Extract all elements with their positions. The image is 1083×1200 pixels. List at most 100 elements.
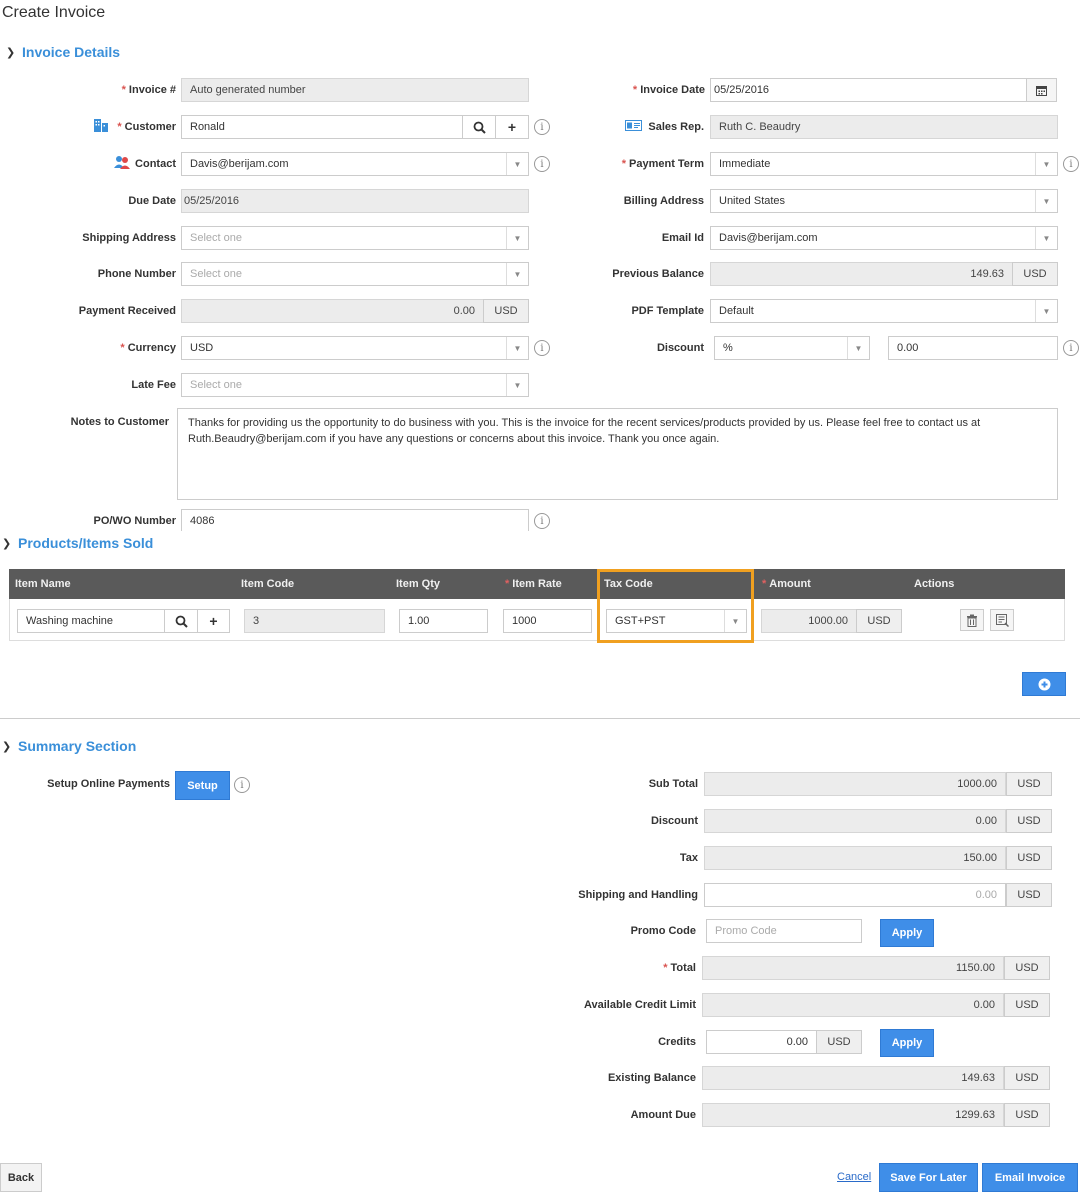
due-date-field[interactable]: 05/25/2016 — [181, 189, 529, 213]
notes-icon — [995, 613, 1009, 627]
po-number-input[interactable]: 4086 — [181, 509, 529, 531]
select-value: Davis@berijam.com — [719, 232, 818, 244]
contact-select[interactable]: Davis@berijam.com ▼ — [181, 152, 529, 176]
row-details-button[interactable] — [990, 609, 1014, 631]
tax-field[interactable]: 150.00 — [704, 846, 1006, 870]
info-icon[interactable]: i — [534, 156, 550, 172]
shipping-address-label: Shipping Address — [82, 232, 176, 244]
credit-limit-field[interactable]: 0.00 — [702, 993, 1004, 1017]
plus-circle-icon — [1038, 678, 1050, 690]
amount-due-label: Amount Due — [630, 1109, 696, 1121]
total-field[interactable]: 1150.00 — [702, 956, 1004, 980]
customer-input[interactable]: Ronald — [181, 115, 463, 139]
currency-addon: USD — [1006, 883, 1052, 907]
sales-rep-field[interactable]: Ruth C. Beaudry — [710, 115, 1058, 139]
back-button[interactable]: Back — [0, 1163, 42, 1192]
select-value: % — [723, 342, 733, 354]
currency-addon: USD — [1004, 1066, 1050, 1090]
item-add-button[interactable]: + — [197, 609, 230, 633]
billing-address-select[interactable]: United States ▼ — [710, 189, 1058, 213]
chevron-down-icon: ❯ — [6, 46, 16, 59]
select-value: Immediate — [719, 158, 771, 170]
amount-field[interactable]: 1000.00 — [761, 609, 857, 633]
invoice-number-field[interactable]: Auto generated number — [181, 78, 529, 102]
shipping-label: Shipping and Handling — [578, 889, 698, 901]
previous-balance-field[interactable]: 149.63 — [710, 262, 1013, 286]
select-value: United States — [719, 195, 786, 207]
email-id-select[interactable]: Davis@berijam.com ▼ — [710, 226, 1058, 250]
caret-down-icon: ▼ — [1035, 190, 1057, 212]
calendar-icon — [1036, 85, 1047, 96]
th-item-qty: Item Qty — [396, 578, 441, 590]
add-row-button[interactable] — [1022, 672, 1066, 696]
po-number-label: PO/WO Number — [93, 515, 176, 527]
currency-addon: USD — [856, 609, 902, 633]
item-search-button[interactable] — [164, 609, 198, 633]
info-icon[interactable]: i — [534, 513, 550, 529]
invoice-date-input[interactable]: 05/25/2016 — [710, 78, 1027, 102]
item-rate-input[interactable]: 1000 — [503, 609, 592, 633]
item-name-input[interactable]: Washing machine — [17, 609, 165, 633]
discount-type-select[interactable]: % ▼ — [714, 336, 870, 360]
tax-label: Tax — [679, 852, 698, 864]
notes-textarea[interactable]: Thanks for providing us the opportunity … — [177, 408, 1058, 500]
products-header[interactable]: ❯ Products/Items Sold — [2, 535, 153, 551]
delete-row-button[interactable] — [960, 609, 984, 631]
contact-label: Contact — [135, 158, 176, 170]
divider — [0, 718, 1080, 719]
shipping-address-select[interactable]: Select one ▼ — [181, 226, 529, 250]
phone-number-label: Phone Number — [97, 268, 176, 280]
caret-down-icon: ▼ — [506, 374, 528, 396]
currency-addon: USD — [1004, 956, 1050, 980]
phone-number-select[interactable]: Select one ▼ — [181, 262, 529, 286]
invoice-details-header[interactable]: ❯ Invoice Details — [6, 44, 120, 60]
customer-add-button[interactable]: + — [495, 115, 529, 139]
late-fee-label: Late Fee — [131, 379, 176, 391]
save-for-later-button[interactable]: Save For Later — [879, 1163, 978, 1192]
payment-term-select[interactable]: Immediate ▼ — [710, 152, 1058, 176]
info-icon[interactable]: i — [534, 119, 550, 135]
credits-input[interactable]: 0.00 — [706, 1030, 817, 1054]
setup-online-label: Setup Online Payments — [47, 778, 170, 790]
cancel-link[interactable]: Cancel — [837, 1171, 871, 1183]
caret-down-icon: ▼ — [1035, 227, 1057, 249]
currency-addon: USD — [483, 299, 529, 323]
th-item-name: Item Name — [15, 578, 71, 590]
setup-button[interactable]: Setup — [175, 771, 230, 800]
tax-code-select[interactable]: GST+PST ▼ — [606, 609, 747, 633]
summary-discount-label: Discount — [650, 815, 698, 827]
credits-apply-button[interactable]: Apply — [880, 1029, 934, 1057]
sub-total-field[interactable]: 1000.00 — [704, 772, 1006, 796]
customer-search-button[interactable] — [462, 115, 496, 139]
late-fee-select[interactable]: Select one ▼ — [181, 373, 529, 397]
payment-received-label: Payment Received — [78, 305, 176, 317]
currency-addon: USD — [1006, 846, 1052, 870]
chevron-down-icon: ❯ — [2, 740, 12, 753]
plus-icon: + — [507, 119, 517, 135]
caret-down-icon: ▼ — [1035, 300, 1057, 322]
existing-balance-field[interactable]: 149.63 — [702, 1066, 1004, 1090]
notes-label: Notes to Customer — [70, 416, 169, 428]
discount-value-input[interactable]: 0.00 — [888, 336, 1058, 360]
promo-apply-button[interactable]: Apply — [880, 919, 934, 947]
payment-received-field[interactable]: 0.00 — [181, 299, 484, 323]
select-placeholder: Select one — [190, 379, 242, 391]
shipping-input[interactable]: 0.00 — [704, 883, 1006, 907]
summary-header[interactable]: ❯ Summary Section — [2, 738, 136, 754]
calendar-button[interactable] — [1026, 78, 1057, 102]
caret-down-icon: ▼ — [506, 263, 528, 285]
item-code-field[interactable]: 3 — [244, 609, 385, 633]
amount-due-field[interactable]: 1299.63 — [702, 1103, 1004, 1127]
summary-discount-field[interactable]: 0.00 — [704, 809, 1006, 833]
info-icon[interactable]: i — [234, 777, 250, 793]
promo-code-input[interactable]: Promo Code — [706, 919, 862, 943]
currency-addon: USD — [1012, 262, 1058, 286]
info-icon[interactable]: i — [1063, 340, 1079, 356]
info-icon[interactable]: i — [534, 340, 550, 356]
info-icon[interactable]: i — [1063, 156, 1079, 172]
trash-icon — [967, 614, 977, 627]
currency-select[interactable]: USD ▼ — [181, 336, 529, 360]
item-qty-input[interactable]: 1.00 — [399, 609, 488, 633]
email-invoice-button[interactable]: Email Invoice — [982, 1163, 1078, 1192]
pdf-template-select[interactable]: Default ▼ — [710, 299, 1058, 323]
